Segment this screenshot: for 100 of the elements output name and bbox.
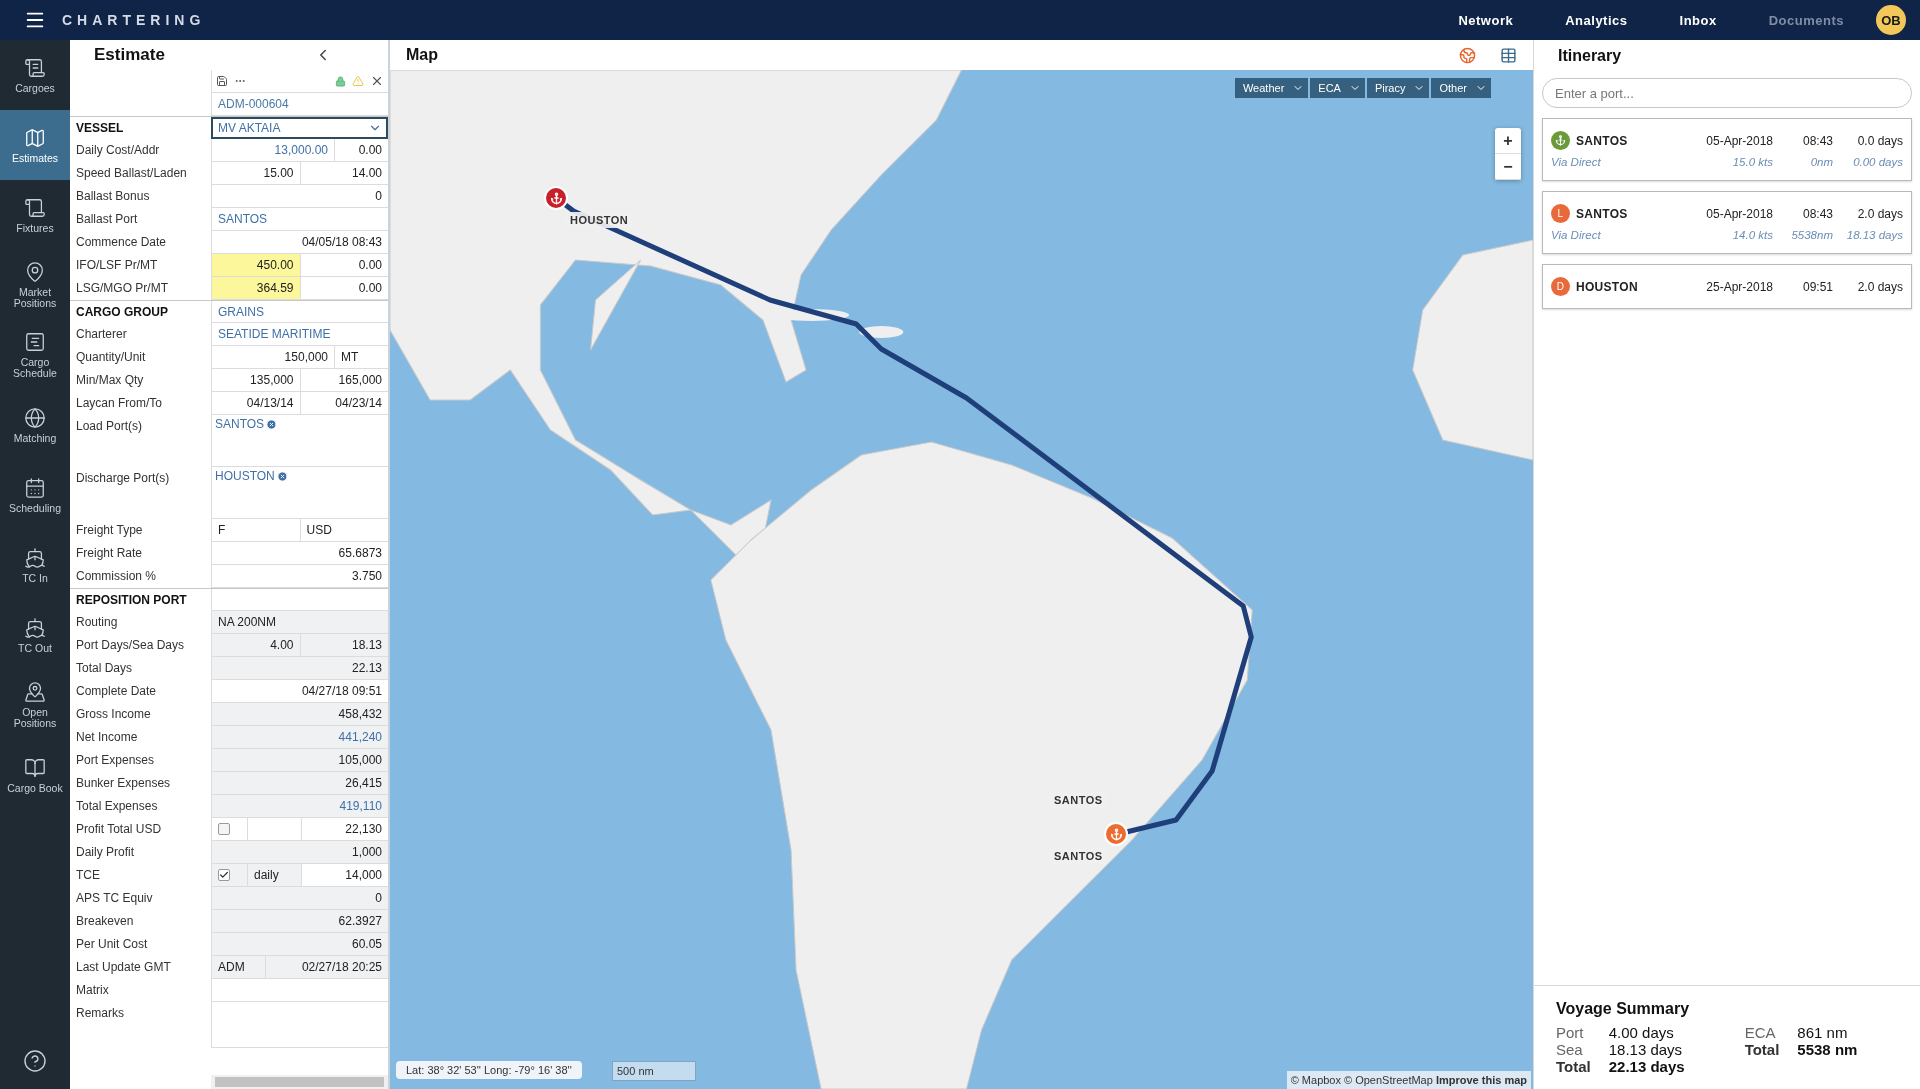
panel-title: Estimate <box>94 45 165 65</box>
port-search-field[interactable]: Enter a port... <box>1542 78 1912 108</box>
summary-value: 18.13 days <box>1608 1041 1684 1058</box>
improve-map-link[interactable]: Improve this map <box>1435 1074 1527 1086</box>
globe-icon[interactable] <box>1459 46 1476 64</box>
panel-title: Map <box>406 46 438 64</box>
field-value[interactable]: 13,000.00 <box>211 139 334 162</box>
field-value[interactable]: MT <box>334 346 388 369</box>
field-value[interactable]: 22,130 <box>301 818 388 841</box>
itinerary-card[interactable]: SANTOS 05-Apr-2018 08:43 0.0 days Via Direct 15.0 kts 0nm 0.00 days <box>1542 118 1912 181</box>
field-value[interactable]: 165,000 <box>299 369 388 392</box>
field-value[interactable]: 0 <box>211 887 388 910</box>
field-value[interactable]: 15.00 <box>211 162 300 185</box>
scroll-icon <box>24 196 46 219</box>
close-icon[interactable] <box>370 74 384 88</box>
field-value[interactable]: 150,000 <box>211 346 334 369</box>
field-value[interactable]: 441,240 <box>211 726 388 749</box>
field-value[interactable]: 0 <box>211 185 388 208</box>
coordinates-readout: Lat: 38° 32' 53'' Long: -79° 16' 38'' <box>396 1061 582 1079</box>
field-value[interactable]: 135,000 <box>211 369 300 392</box>
map-attribution: © Mapbox © OpenStreetMap Improve this map <box>1286 1071 1531 1089</box>
field-value[interactable]: 22.13 <box>211 657 388 680</box>
distance-text: 0nm <box>1809 156 1833 168</box>
checkbox[interactable] <box>218 823 230 835</box>
vessel-select[interactable]: MV AKTAIA <box>211 117 388 139</box>
port-tag[interactable]: SANTOS <box>215 417 278 431</box>
field-value[interactable]: 04/13/14 <box>211 392 300 415</box>
ship-icon <box>24 616 46 639</box>
remove-icon[interactable] <box>266 418 278 430</box>
field-value[interactable]: 364.59 <box>211 277 300 300</box>
layer-dropdown[interactable]: Other <box>1431 78 1491 98</box>
layer-dropdown[interactable]: ECA <box>1310 78 1365 98</box>
field-label: Laycan From/To <box>75 395 164 412</box>
itinerary-card[interactable]: D HOUSTON 25-Apr-2018 09:51 2.0 days <box>1542 264 1912 309</box>
zoom-in-button[interactable]: + <box>1495 128 1521 154</box>
table-icon[interactable] <box>1500 46 1517 64</box>
empty-field[interactable] <box>211 1002 388 1048</box>
remove-icon[interactable] <box>276 470 288 482</box>
sidebar-item[interactable]: Fixtures <box>0 180 70 250</box>
summary-value: 4.00 days <box>1608 1024 1675 1041</box>
field-value[interactable]: 26,415 <box>211 772 388 795</box>
field-value[interactable]: 18.13 <box>299 634 388 657</box>
field-value[interactable]: 04/23/14 <box>299 392 388 415</box>
route-text: Via Direct <box>1551 156 1602 168</box>
field-value[interactable]: 04/05/18 08:43 <box>211 231 388 254</box>
sidebar-item[interactable]: TC In <box>0 530 70 600</box>
checkbox[interactable] <box>218 869 230 881</box>
itinerary-card[interactable]: L SANTOS 05-Apr-2018 08:43 2.0 days Via Direct 14.0 kts 5538nm 18.13 days <box>1542 191 1912 254</box>
sidebar-item[interactable]: TC Out <box>0 600 70 670</box>
empty-field[interactable] <box>211 979 388 1002</box>
sidebar-item[interactable]: Scheduling <box>0 460 70 530</box>
user-avatar[interactable]: OB <box>1876 5 1906 35</box>
sidebar-item[interactable]: Estimates <box>0 110 70 180</box>
summary-label: ECA <box>1744 1024 1777 1041</box>
field-value[interactable]: 14.00 <box>299 162 388 185</box>
field-value[interactable]: SANTOS <box>211 208 388 231</box>
nav-link[interactable]: Network <box>1432 12 1540 28</box>
field-value[interactable]: 02/27/18 20:25 <box>265 956 388 979</box>
field-value[interactable]: ADM <box>211 956 265 979</box>
field-value[interactable]: 105,000 <box>211 749 388 772</box>
field-value[interactable]: 450.00 <box>211 254 300 277</box>
field-value[interactable]: 14,000 <box>301 864 388 887</box>
layer-dropdown[interactable]: Piracy <box>1366 78 1430 98</box>
field-value[interactable]: daily <box>247 864 301 887</box>
field-value[interactable]: 0.00 <box>334 139 388 162</box>
sidebar-item[interactable]: Market Positions <box>0 250 70 320</box>
layer-dropdown[interactable]: Weather <box>1234 78 1309 98</box>
sidebar-item[interactable]: Open Positions <box>0 670 70 740</box>
sidebar-item[interactable]: Cargo Book <box>0 740 70 810</box>
summary-label: Port <box>1556 1024 1585 1041</box>
field-label: Commission % <box>75 568 157 585</box>
sidebar-item[interactable]: Matching <box>0 390 70 460</box>
field-label: APS TC Equiv <box>75 890 154 907</box>
save-icon[interactable] <box>216 75 228 87</box>
field-value[interactable]: 1,000 <box>211 841 388 864</box>
field-value[interactable]: F <box>211 519 300 542</box>
field-value[interactable]: 3.750 <box>211 565 388 588</box>
field-value[interactable]: 419,110 <box>211 795 388 818</box>
horizontal-scrollbar[interactable] <box>211 1075 388 1089</box>
field-value[interactable]: 0.00 <box>299 277 388 300</box>
sidebar-item[interactable]: Cargoes <box>0 40 70 110</box>
field-label: Bunker Expenses <box>75 775 172 792</box>
zoom-out-button[interactable]: − <box>1495 154 1521 180</box>
empty-field[interactable] <box>211 589 388 611</box>
field-value[interactable]: GRAINS <box>211 301 388 323</box>
nav-link[interactable]: Analytics <box>1539 12 1654 28</box>
field-value[interactable]: 458,432 <box>211 703 388 726</box>
field-value[interactable]: 65.6873 <box>211 542 388 565</box>
port-tag[interactable]: HOUSTON <box>215 469 288 483</box>
sidebar-item[interactable]: Cargo Schedule <box>0 320 70 390</box>
field-value[interactable]: 62.3927 <box>211 910 388 933</box>
field-value[interactable]: 0.00 <box>299 254 388 277</box>
field-value[interactable]: 60.05 <box>211 933 388 956</box>
help-icon[interactable] <box>23 1049 47 1073</box>
field-value[interactable]: 4.00 <box>211 634 300 657</box>
field-value[interactable]: NA 200NM <box>211 611 388 634</box>
field-value[interactable]: SEATIDE MARITIME <box>211 323 388 346</box>
nav-link[interactable]: Inbox <box>1653 12 1743 28</box>
field-value[interactable]: USD <box>299 519 388 542</box>
field-value[interactable]: 04/27/18 09:51 <box>211 680 388 703</box>
